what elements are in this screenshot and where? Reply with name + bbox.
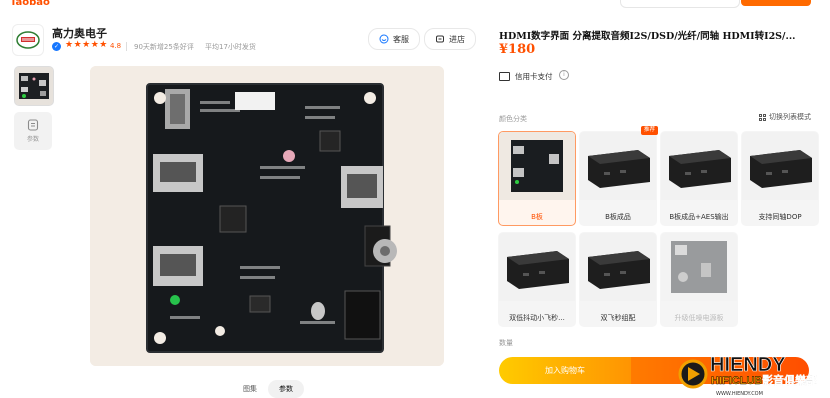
main-product-image[interactable] <box>90 66 444 366</box>
enter-shop-label: 进店 <box>449 34 465 44</box>
tab-params[interactable]: 参数 <box>268 380 304 398</box>
hiendy-watermark: HIENDY HIFICLUB 影音俱樂部 WWW.HIENDY.COM <box>678 354 817 397</box>
product-price: ¥180 <box>499 42 536 57</box>
variant-label: B板成品 <box>605 212 631 221</box>
variant-image <box>661 233 737 301</box>
switch-list-mode-label: 切换列表模式 <box>769 113 811 121</box>
watermark-sub: HIFICLUB <box>711 375 762 387</box>
params-thumbnail[interactable]: 参数 <box>14 112 52 150</box>
watermark-url: WWW.HIENDY.COM <box>716 391 763 397</box>
grid-icon <box>759 113 766 121</box>
variant-image <box>661 132 737 200</box>
search-input[interactable] <box>620 0 740 8</box>
verified-badge-icon: ✓ <box>52 42 61 51</box>
variant-option[interactable]: 双低抖动小飞秒... <box>498 232 576 327</box>
variant-label: B板 <box>531 212 543 221</box>
variant-label: 升级低噪电源板 <box>674 313 724 322</box>
recommended-badge: 推荐 <box>641 126 659 135</box>
document-icon <box>27 119 39 131</box>
variant-section-label: 颜色分类 <box>499 115 527 123</box>
params-thumbnail-label: 参数 <box>26 136 39 143</box>
variant-option[interactable]: B板 <box>498 131 576 226</box>
variant-option[interactable]: B板成品 <box>579 131 657 226</box>
divider <box>126 42 127 51</box>
variant-image <box>742 132 818 200</box>
variant-image <box>580 233 656 301</box>
gallery-thumbnail[interactable] <box>14 66 54 106</box>
payment-method: 信用卡支付 <box>515 72 553 81</box>
customer-service-button[interactable]: 客服 <box>368 28 420 50</box>
variant-image <box>580 132 656 200</box>
taobao-logo[interactable]: Taobao <box>10 0 50 8</box>
quantity-label: 数量 <box>499 339 513 347</box>
credit-card-icon <box>499 72 510 81</box>
variant-option[interactable]: B板成品+AES输出 <box>660 131 738 226</box>
stat-reviews: 90天新增25条好评 <box>134 43 194 51</box>
product-title: HDMI数字界面 分离提取音频I2S/DSD/光纤/同轴 HDMI转I2S/..… <box>499 31 796 42</box>
watermark-main: HIENDY <box>710 354 786 376</box>
stat-shipping: 平均17小时发货 <box>205 43 256 51</box>
search-button[interactable] <box>741 0 811 6</box>
variant-image <box>499 233 575 301</box>
enter-shop-button[interactable]: 进店 <box>424 28 476 50</box>
variant-label: B板成品+AES输出 <box>669 212 729 221</box>
variant-label: 双飞秒组配 <box>600 313 636 322</box>
variant-option[interactable]: 双飞秒组配 <box>579 232 657 327</box>
chevron-right-icon[interactable]: › <box>97 24 101 37</box>
tab-gallery[interactable]: 图集 <box>230 380 270 398</box>
switch-list-mode-button[interactable]: 切换列表模式 <box>759 112 811 122</box>
rating-stars: ★★★★★ <box>65 40 108 50</box>
variant-label: 双低抖动小飞秒... <box>509 313 565 322</box>
variant-image <box>499 132 575 200</box>
variant-label: 支持同轴DOP <box>758 212 802 221</box>
info-icon[interactable]: i <box>559 70 569 80</box>
add-to-cart-button[interactable]: 加入购物车 <box>499 357 631 384</box>
shop-logo[interactable] <box>12 24 44 56</box>
rating-value: 4.8 <box>110 42 122 50</box>
store-icon <box>436 35 444 43</box>
watermark-cn: 影音俱樂部 <box>762 373 817 387</box>
headset-icon <box>379 34 389 44</box>
variant-option[interactable]: 升级低噪电源板 <box>660 232 738 327</box>
service-label: 客服 <box>393 34 409 44</box>
variant-option[interactable]: 支持同轴DOP <box>741 131 819 226</box>
